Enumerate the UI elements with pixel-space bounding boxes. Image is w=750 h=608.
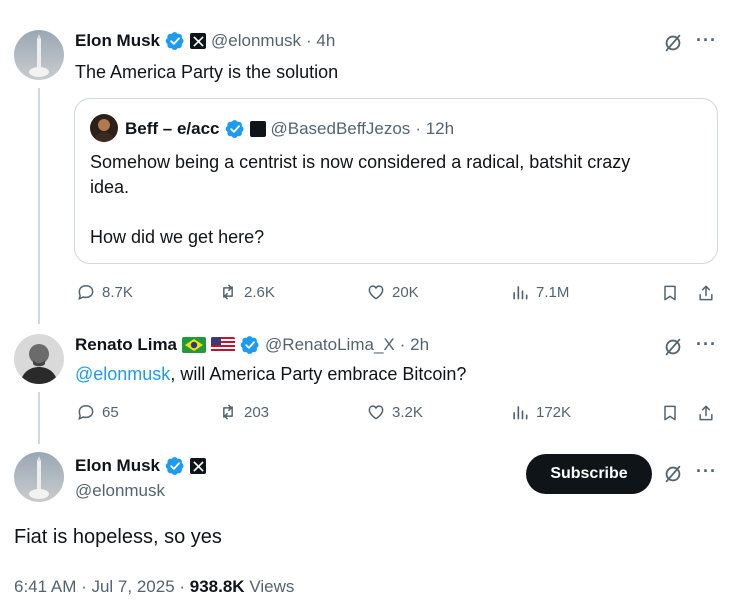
grok-icon[interactable] <box>662 32 684 54</box>
thread-line <box>38 88 40 324</box>
more-icon[interactable]: ··· <box>696 334 717 355</box>
views-button[interactable]: 7.1M <box>510 282 569 302</box>
tweet-text: The America Party is the solution <box>75 62 339 82</box>
tweet-timestamp-line: 6:41 AM · Jul 7, 2025 · 938.8K Views <box>14 577 294 597</box>
author-name[interactable]: Renato Lima <box>75 335 177 355</box>
verified-badge-icon[interactable] <box>165 31 185 51</box>
repost-count: 203 <box>244 403 270 421</box>
mention-link[interactable]: @elonmusk <box>75 364 170 384</box>
reply-button[interactable]: 65 <box>76 402 119 422</box>
tweet-time[interactable]: · 2h <box>400 335 429 355</box>
tweet-text: @elonmusk, will America Party embrace Bi… <box>75 362 466 386</box>
repost-icon <box>218 282 238 302</box>
black-square-icon <box>249 121 266 137</box>
quote-author-name[interactable]: Beff – e/acc <box>125 119 220 139</box>
bookmark-icon[interactable] <box>660 403 680 423</box>
x-logo-icon <box>190 458 207 474</box>
views-count: 172K <box>536 403 572 421</box>
like-icon <box>366 402 386 422</box>
like-count: 3.2K <box>392 403 423 421</box>
tweet3-header: Elon Musk <box>75 455 207 477</box>
reply-count: 65 <box>102 403 119 421</box>
grok-icon[interactable] <box>662 463 684 485</box>
quote-text-line2: idea. <box>90 177 130 197</box>
quote-author-handle[interactable]: @BasedBeffJezos <box>271 119 411 139</box>
like-button[interactable]: 3.2K <box>366 402 423 422</box>
tweet-time[interactable]: · 4h <box>306 31 335 51</box>
views-count: 7.1M <box>536 283 570 301</box>
more-icon[interactable]: ··· <box>696 30 717 51</box>
views-button[interactable]: 172K <box>510 402 571 422</box>
share-icon[interactable] <box>696 403 716 423</box>
views-icon <box>510 282 530 302</box>
like-count: 20K <box>392 283 419 301</box>
verified-badge-icon[interactable] <box>165 456 185 476</box>
thread-line <box>38 392 40 444</box>
like-icon <box>366 282 386 302</box>
author-handle[interactable]: @elonmusk <box>211 31 301 51</box>
quote-time[interactable]: · 12h <box>415 119 454 139</box>
reply-count: 8.7K <box>102 283 133 301</box>
author-handle[interactable]: @RenatoLima_X <box>265 335 395 355</box>
avatar-beff[interactable] <box>90 114 118 142</box>
views-total: 938.8K <box>189 577 245 596</box>
repost-count: 2.6K <box>244 283 275 301</box>
like-button[interactable]: 20K <box>366 282 419 302</box>
more-icon[interactable]: ··· <box>696 461 717 482</box>
repost-button[interactable]: 203 <box>218 402 269 422</box>
verified-badge-icon[interactable] <box>225 119 245 139</box>
tweet1-header: Elon Musk @elonmusk · 4h <box>75 30 335 52</box>
views-label: Views <box>244 577 295 596</box>
quote-text-line3: How did we get here? <box>90 227 265 247</box>
repost-button[interactable]: 2.6K <box>218 282 275 302</box>
main-tweet-text: Fiat is hopeless, so yes <box>14 526 222 548</box>
avatar-elon-musk[interactable] <box>14 30 64 80</box>
verified-badge-icon[interactable] <box>240 335 260 355</box>
reply-button[interactable]: 8.7K <box>76 282 133 302</box>
avatar-elon-musk[interactable] <box>14 452 64 502</box>
brazil-flag-icon <box>182 337 207 353</box>
grok-icon[interactable] <box>662 336 684 358</box>
reply-icon <box>76 282 96 302</box>
us-flag-icon <box>211 337 236 353</box>
x-logo-icon <box>190 33 207 49</box>
tweet-timestamp[interactable]: 6:41 AM · Jul 7, 2025 · <box>14 577 190 596</box>
quote-header: Beff – e/acc @BasedBeffJezos · 12h <box>125 118 454 140</box>
author-name[interactable]: Elon Musk <box>75 31 160 51</box>
author-handle[interactable]: @elonmusk <box>75 481 165 501</box>
avatar-renato-lima[interactable] <box>14 334 64 384</box>
repost-icon <box>218 402 238 422</box>
author-name[interactable]: Elon Musk <box>75 456 160 476</box>
subscribe-button[interactable]: Subscribe <box>526 454 652 494</box>
bookmark-icon[interactable] <box>660 283 680 303</box>
tweet-text-rest: , will America Party embrace Bitcoin? <box>170 364 467 384</box>
quote-text-line1: Somehow being a centrist is now consider… <box>90 152 631 172</box>
share-icon[interactable] <box>696 283 716 303</box>
views-icon <box>510 402 530 422</box>
reply-icon <box>76 402 96 422</box>
tweet2-header: Renato Lima @RenatoLima_X · 2h <box>75 334 429 356</box>
